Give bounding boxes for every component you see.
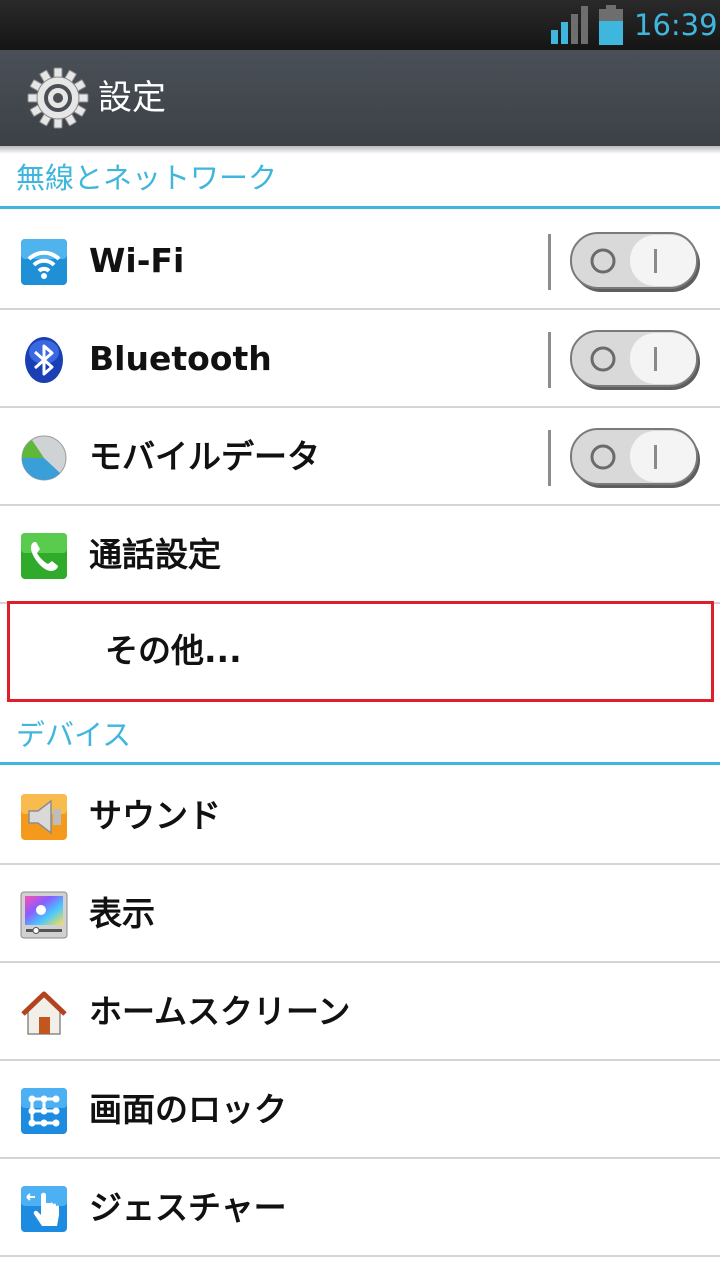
display-icon [20, 891, 68, 939]
settings-item-label: 表示 [89, 894, 155, 933]
settings-item-call-settings[interactable]: 通話設定 [0, 506, 720, 604]
settings-item-label: ジェスチャー [89, 1188, 287, 1227]
lock-pattern-icon [21, 1088, 67, 1134]
toggle-separator [548, 430, 551, 486]
settings-item-label: 通話設定 [89, 535, 221, 574]
settings-item-label: Bluetooth [89, 339, 272, 378]
settings-item-label: サウンド [89, 796, 221, 835]
mobile-data-icon [21, 435, 67, 481]
status-bar: 16:39 [0, 0, 720, 50]
settings-item-lock-screen[interactable]: 画面のロック [0, 1061, 720, 1159]
settings-item-label: ホームスクリーン [89, 992, 351, 1031]
section-divider [0, 206, 720, 209]
row-divider [0, 1255, 720, 1257]
settings-item-wifi[interactable]: Wi-Fi [0, 212, 720, 310]
settings-item-mobile-data[interactable]: モバイルデータ [0, 408, 720, 506]
action-bar: 設定 [0, 50, 720, 146]
bluetooth-toggle-switch[interactable] [570, 330, 702, 392]
wifi-toggle-switch[interactable] [570, 232, 702, 294]
settings-item-display[interactable]: 表示 [0, 865, 720, 963]
settings-gear-icon[interactable] [26, 66, 90, 130]
settings-item-sound[interactable]: サウンド [0, 767, 720, 865]
wifi-icon [21, 239, 67, 285]
bluetooth-icon [25, 337, 63, 383]
section-divider [0, 762, 720, 765]
signal-strength-icon [551, 6, 588, 44]
speaker-icon [21, 794, 67, 840]
settings-item-label: その他... [105, 631, 242, 670]
section-title-wireless: 無線とネットワーク [16, 161, 278, 195]
toggle-separator [548, 234, 551, 290]
section-header-device: デバイス [0, 707, 720, 767]
status-clock: 16:39 [634, 8, 718, 42]
settings-item-gesture[interactable]: ジェスチャー [0, 1159, 720, 1257]
toggle-separator [548, 332, 551, 388]
phone-icon [21, 533, 67, 579]
home-icon [21, 991, 67, 1035]
settings-item-label: Wi-Fi [89, 241, 185, 280]
settings-item-other[interactable]: その他... [7, 601, 714, 702]
mobile-data-toggle-switch[interactable] [570, 428, 702, 490]
settings-item-home-screen[interactable]: ホームスクリーン [0, 963, 720, 1061]
page-title: 設定 [98, 78, 166, 118]
settings-item-label: モバイルデータ [89, 437, 320, 476]
battery-icon [599, 5, 623, 45]
settings-item-label: 画面のロック [89, 1090, 287, 1129]
gesture-hand-icon [21, 1186, 67, 1232]
section-title-device: デバイス [16, 718, 132, 752]
settings-item-bluetooth[interactable]: Bluetooth [0, 310, 720, 408]
section-header-wireless: 無線とネットワーク [0, 150, 720, 210]
